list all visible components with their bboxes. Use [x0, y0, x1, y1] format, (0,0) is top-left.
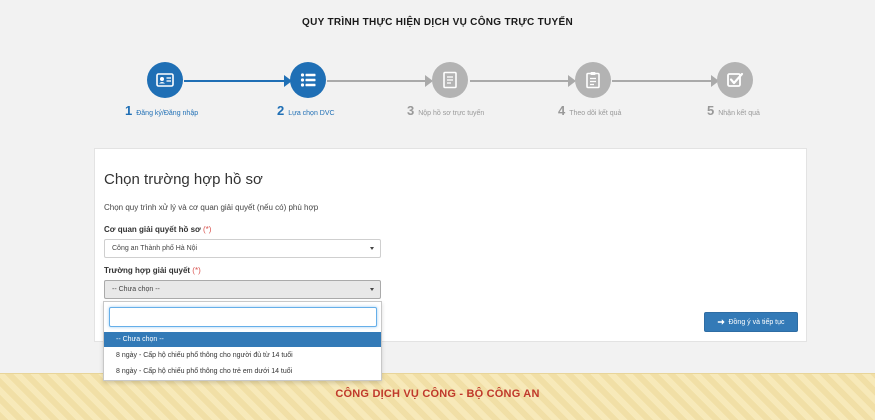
step-number: 5	[707, 103, 715, 118]
step-connector	[470, 80, 570, 82]
step-number: 1	[125, 103, 133, 118]
case-dropdown: -- Chưa chọn -- 8 ngày - Cấp hộ chiếu ph…	[103, 301, 382, 381]
step-text: Lựa chọn DVC	[288, 110, 335, 117]
clipboard-icon	[586, 72, 600, 89]
step-3-label[interactable]: 3 Nộp hồ sơ trực tuyến	[407, 103, 484, 118]
caret-down-icon	[370, 247, 374, 250]
footer-text: CÔNG DỊCH VỤ CÔNG - BỘ CÔNG AN	[335, 388, 540, 400]
step-2-circle[interactable]	[290, 62, 326, 98]
card-description: Chọn quy trình xử lý và cơ quan giải quy…	[104, 203, 319, 212]
case-select[interactable]: -- Chưa chọn --	[104, 280, 381, 299]
dropdown-search-input[interactable]	[109, 307, 377, 327]
step-number: 3	[407, 103, 415, 118]
card-heading: Chọn trường hợp hồ sơ	[104, 171, 263, 188]
step-1-circle[interactable]	[147, 62, 183, 98]
dropdown-option[interactable]: -- Chưa chọn --	[104, 332, 381, 347]
case-label-text: Trường hợp giải quyết	[104, 266, 191, 275]
step-5-label[interactable]: 5 Nhận kết quả	[707, 103, 760, 118]
agency-select-value: Công an Thành phố Hà Nội	[112, 245, 198, 252]
form-icon	[443, 71, 457, 89]
page-title: QUY TRÌNH THỰC HIỆN DỊCH VỤ CÔNG TRỰC TU…	[302, 17, 573, 28]
step-1-label[interactable]: 1 Đăng ký/Đăng nhập	[125, 103, 198, 118]
step-5-circle[interactable]	[717, 62, 753, 98]
step-connector	[327, 80, 427, 82]
required-mark: (*)	[202, 225, 212, 234]
dropdown-option[interactable]: 8 ngày - Cấp hộ chiếu phổ thông cho trẻ …	[104, 364, 381, 379]
agency-label-text: Cơ quan giải quyết hồ sơ	[104, 225, 201, 234]
step-3-circle[interactable]	[432, 62, 468, 98]
step-2-label[interactable]: 2 Lựa chọn DVC	[277, 103, 335, 118]
arrow-right-icon	[718, 319, 726, 325]
agency-label: Cơ quan giải quyết hồ sơ (*)	[104, 225, 211, 234]
dropdown-option[interactable]: 8 ngày - Cấp hộ chiếu phổ thông cho ngườ…	[104, 348, 381, 363]
agency-select[interactable]: Công an Thành phố Hà Nội	[104, 239, 381, 258]
step-connector	[612, 80, 713, 82]
step-text: Nộp hồ sơ trực tuyến	[418, 110, 485, 117]
step-text: Nhận kết quả	[718, 110, 760, 117]
step-4-circle[interactable]	[575, 62, 611, 98]
step-text: Đăng ký/Đăng nhập	[136, 110, 199, 117]
step-4-label[interactable]: 4 Theo dõi kết quả	[558, 103, 621, 118]
agree-continue-label: Đồng ý và tiếp tục	[728, 318, 785, 326]
step-text: Theo dõi kết quả	[569, 110, 622, 117]
case-label: Trường hợp giải quyết (*)	[104, 266, 201, 275]
step-number: 4	[558, 103, 566, 118]
progress-stepper: 1 Đăng ký/Đăng nhập 2 Lựa chọn DVC 3 Nộp…	[0, 60, 875, 130]
case-select-value: -- Chưa chọn --	[112, 286, 160, 293]
checkbox-icon	[727, 72, 744, 87]
caret-down-icon	[370, 288, 374, 291]
required-mark: (*)	[192, 266, 201, 275]
list-icon	[300, 73, 316, 87]
step-number: 2	[277, 103, 285, 118]
id-card-icon	[156, 73, 174, 87]
agree-continue-button[interactable]: Đồng ý và tiếp tục	[704, 312, 798, 332]
step-connector	[184, 80, 286, 82]
